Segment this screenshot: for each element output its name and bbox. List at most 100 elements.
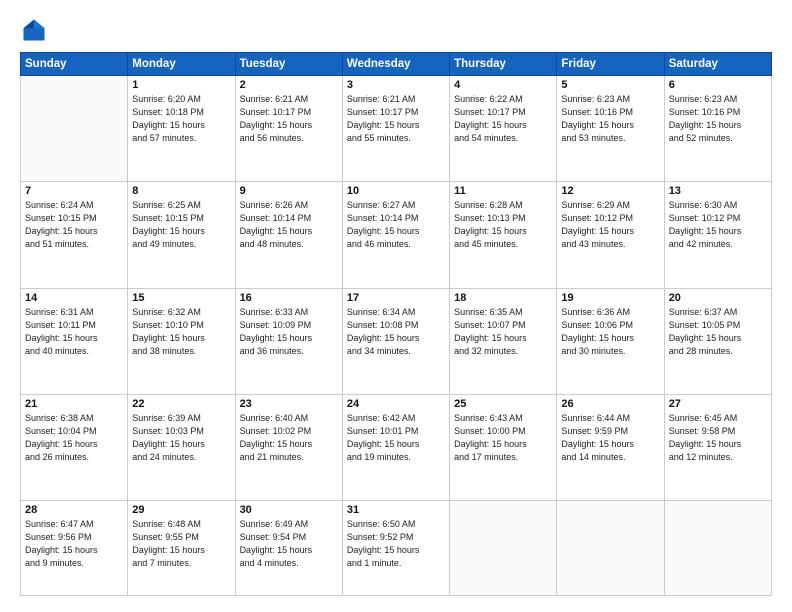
calendar-cell: 29 Sunrise: 6:48 AM Sunset: 9:55 PM Dayli…: [128, 501, 235, 596]
calendar-cell: 30Sunrise: 6:49 AM Sunset: 9:54 PM Dayli…: [235, 501, 342, 596]
day-number: 15: [132, 292, 230, 304]
day-info: Sunrise: 6:48 AM Sunset: 9:55 PM Dayligh…: [132, 518, 230, 570]
calendar-cell: 7 Sunrise: 6:24 AM Sunset: 10:15 PM Dayli…: [21, 182, 128, 288]
day-number: 7: [25, 185, 123, 197]
calendar-cell: [21, 76, 128, 182]
day-info: Sunrise: 6:27 AM Sunset: 10:14 PM Daylig…: [347, 199, 445, 251]
calendar-cell: 1 Sunrise: 6:20 AM Sunset: 10:18 PM Dayli…: [128, 76, 235, 182]
day-number: 11: [454, 185, 552, 197]
calendar-cell: 13 Sunrise: 6:30 AM Sunset: 10:12 PM Dayl…: [664, 182, 771, 288]
day-number: 20: [669, 292, 767, 304]
day-number: 31: [347, 504, 445, 516]
calendar-cell: 5 Sunrise: 6:23 AM Sunset: 10:16 PM Dayli…: [557, 76, 664, 182]
day-info: Sunrise: 6:39 AM Sunset: 10:03 PM Daylig…: [132, 412, 230, 464]
calendar-cell: 10 Sunrise: 6:27 AM Sunset: 10:14 PM Dayl…: [342, 182, 449, 288]
calendar-cell: 25 Sunrise: 6:43 AM Sunset: 10:00 PM Dayl…: [450, 394, 557, 500]
day-number: 9: [240, 185, 338, 197]
calendar-cell: 4 Sunrise: 6:22 AM Sunset: 10:17 PM Dayli…: [450, 76, 557, 182]
day-number: 24: [347, 398, 445, 410]
calendar-cell: 17Sunrise: 6:34 AM Sunset: 10:08 PM Dayl…: [342, 288, 449, 394]
weekday-header-tuesday: Tuesday: [235, 53, 342, 76]
day-number: 26: [561, 398, 659, 410]
day-info: Sunrise: 6:21 AM Sunset: 10:17 PM Daylig…: [347, 93, 445, 145]
day-info: Sunrise: 6:38 AM Sunset: 10:04 PM Daylig…: [25, 412, 123, 464]
calendar-cell: 19 Sunrise: 6:36 AM Sunset: 10:06 PM Dayl…: [557, 288, 664, 394]
day-number: 10: [347, 185, 445, 197]
day-number: 25: [454, 398, 552, 410]
day-number: 21: [25, 398, 123, 410]
day-info: Sunrise: 6:22 AM Sunset: 10:17 PM Daylig…: [454, 93, 552, 145]
day-number: 19: [561, 292, 659, 304]
weekday-header-thursday: Thursday: [450, 53, 557, 76]
calendar-cell: 27 Sunrise: 6:45 AM Sunset: 9:58 PM Dayli…: [664, 394, 771, 500]
calendar-week-row: 7 Sunrise: 6:24 AM Sunset: 10:15 PM Dayli…: [21, 182, 772, 288]
calendar-cell: 24 Sunrise: 6:42 AM Sunset: 10:01 PM Dayl…: [342, 394, 449, 500]
day-info: Sunrise: 6:21 AM Sunset: 10:17 PM Daylig…: [240, 93, 338, 145]
day-info: Sunrise: 6:49 AM Sunset: 9:54 PM Dayligh…: [240, 518, 338, 570]
day-number: 8: [132, 185, 230, 197]
day-number: 18: [454, 292, 552, 304]
calendar-cell: 16 Sunrise: 6:33 AM Sunset: 10:09 PM Dayl…: [235, 288, 342, 394]
calendar-cell: 2 Sunrise: 6:21 AM Sunset: 10:17 PM Dayli…: [235, 76, 342, 182]
calendar-cell: 15Sunrise: 6:32 AM Sunset: 10:10 PM Dayl…: [128, 288, 235, 394]
day-number: 2: [240, 79, 338, 91]
weekday-header-monday: Monday: [128, 53, 235, 76]
day-number: 28: [25, 504, 123, 516]
day-info: Sunrise: 6:26 AM Sunset: 10:14 PM Daylig…: [240, 199, 338, 251]
day-number: 16: [240, 292, 338, 304]
calendar-cell: 3 Sunrise: 6:21 AM Sunset: 10:17 PM Dayli…: [342, 76, 449, 182]
calendar-cell: [557, 501, 664, 596]
day-info: Sunrise: 6:35 AM Sunset: 10:07 PM Daylig…: [454, 306, 552, 358]
calendar-cell: 26Sunrise: 6:44 AM Sunset: 9:59 PM Dayli…: [557, 394, 664, 500]
day-number: 27: [669, 398, 767, 410]
day-info: Sunrise: 6:37 AM Sunset: 10:05 PM Daylig…: [669, 306, 767, 358]
day-number: 5: [561, 79, 659, 91]
day-info: Sunrise: 6:42 AM Sunset: 10:01 PM Daylig…: [347, 412, 445, 464]
day-number: 13: [669, 185, 767, 197]
weekday-header-friday: Friday: [557, 53, 664, 76]
calendar-week-row: 28 Sunrise: 6:47 AM Sunset: 9:56 PM Dayli…: [21, 501, 772, 596]
calendar-cell: 18 Sunrise: 6:35 AM Sunset: 10:07 PM Dayl…: [450, 288, 557, 394]
calendar-cell: [664, 501, 771, 596]
calendar-cell: 6 Sunrise: 6:23 AM Sunset: 10:16 PM Dayli…: [664, 76, 771, 182]
day-number: 1: [132, 79, 230, 91]
header: [20, 16, 772, 44]
day-info: Sunrise: 6:25 AM Sunset: 10:15 PM Daylig…: [132, 199, 230, 251]
calendar-cell: 31 Sunrise: 6:50 AM Sunset: 9:52 PM Dayli…: [342, 501, 449, 596]
day-info: Sunrise: 6:33 AM Sunset: 10:09 PM Daylig…: [240, 306, 338, 358]
day-number: 3: [347, 79, 445, 91]
calendar-cell: 12Sunrise: 6:29 AM Sunset: 10:12 PM Dayl…: [557, 182, 664, 288]
calendar-cell: 23Sunrise: 6:40 AM Sunset: 10:02 PM Dayl…: [235, 394, 342, 500]
day-info: Sunrise: 6:34 AM Sunset: 10:08 PM Daylig…: [347, 306, 445, 358]
calendar-cell: 20 Sunrise: 6:37 AM Sunset: 10:05 PM Dayl…: [664, 288, 771, 394]
day-info: Sunrise: 6:45 AM Sunset: 9:58 PM Dayligh…: [669, 412, 767, 464]
calendar-header-row: SundayMondayTuesdayWednesdayThursdayFrid…: [21, 53, 772, 76]
day-number: 12: [561, 185, 659, 197]
day-number: 4: [454, 79, 552, 91]
page: SundayMondayTuesdayWednesdayThursdayFrid…: [0, 0, 792, 612]
day-info: Sunrise: 6:23 AM Sunset: 10:16 PM Daylig…: [669, 93, 767, 145]
day-info: Sunrise: 6:23 AM Sunset: 10:16 PM Daylig…: [561, 93, 659, 145]
day-info: Sunrise: 6:47 AM Sunset: 9:56 PM Dayligh…: [25, 518, 123, 570]
day-number: 29: [132, 504, 230, 516]
calendar-cell: 21 Sunrise: 6:38 AM Sunset: 10:04 PM Dayl…: [21, 394, 128, 500]
day-info: Sunrise: 6:50 AM Sunset: 9:52 PM Dayligh…: [347, 518, 445, 570]
day-number: 14: [25, 292, 123, 304]
day-info: Sunrise: 6:24 AM Sunset: 10:15 PM Daylig…: [25, 199, 123, 251]
day-number: 23: [240, 398, 338, 410]
calendar-week-row: 21 Sunrise: 6:38 AM Sunset: 10:04 PM Dayl…: [21, 394, 772, 500]
day-info: Sunrise: 6:30 AM Sunset: 10:12 PM Daylig…: [669, 199, 767, 251]
day-info: Sunrise: 6:28 AM Sunset: 10:13 PM Daylig…: [454, 199, 552, 251]
weekday-header-sunday: Sunday: [21, 53, 128, 76]
logo-icon: [20, 16, 48, 44]
calendar-week-row: 1 Sunrise: 6:20 AM Sunset: 10:18 PM Dayli…: [21, 76, 772, 182]
calendar-cell: 14Sunrise: 6:31 AM Sunset: 10:11 PM Dayl…: [21, 288, 128, 394]
day-number: 22: [132, 398, 230, 410]
calendar-cell: 8 Sunrise: 6:25 AM Sunset: 10:15 PM Dayli…: [128, 182, 235, 288]
day-info: Sunrise: 6:36 AM Sunset: 10:06 PM Daylig…: [561, 306, 659, 358]
day-info: Sunrise: 6:43 AM Sunset: 10:00 PM Daylig…: [454, 412, 552, 464]
day-info: Sunrise: 6:20 AM Sunset: 10:18 PM Daylig…: [132, 93, 230, 145]
day-number: 6: [669, 79, 767, 91]
calendar-cell: 28 Sunrise: 6:47 AM Sunset: 9:56 PM Dayli…: [21, 501, 128, 596]
calendar-week-row: 14Sunrise: 6:31 AM Sunset: 10:11 PM Dayl…: [21, 288, 772, 394]
